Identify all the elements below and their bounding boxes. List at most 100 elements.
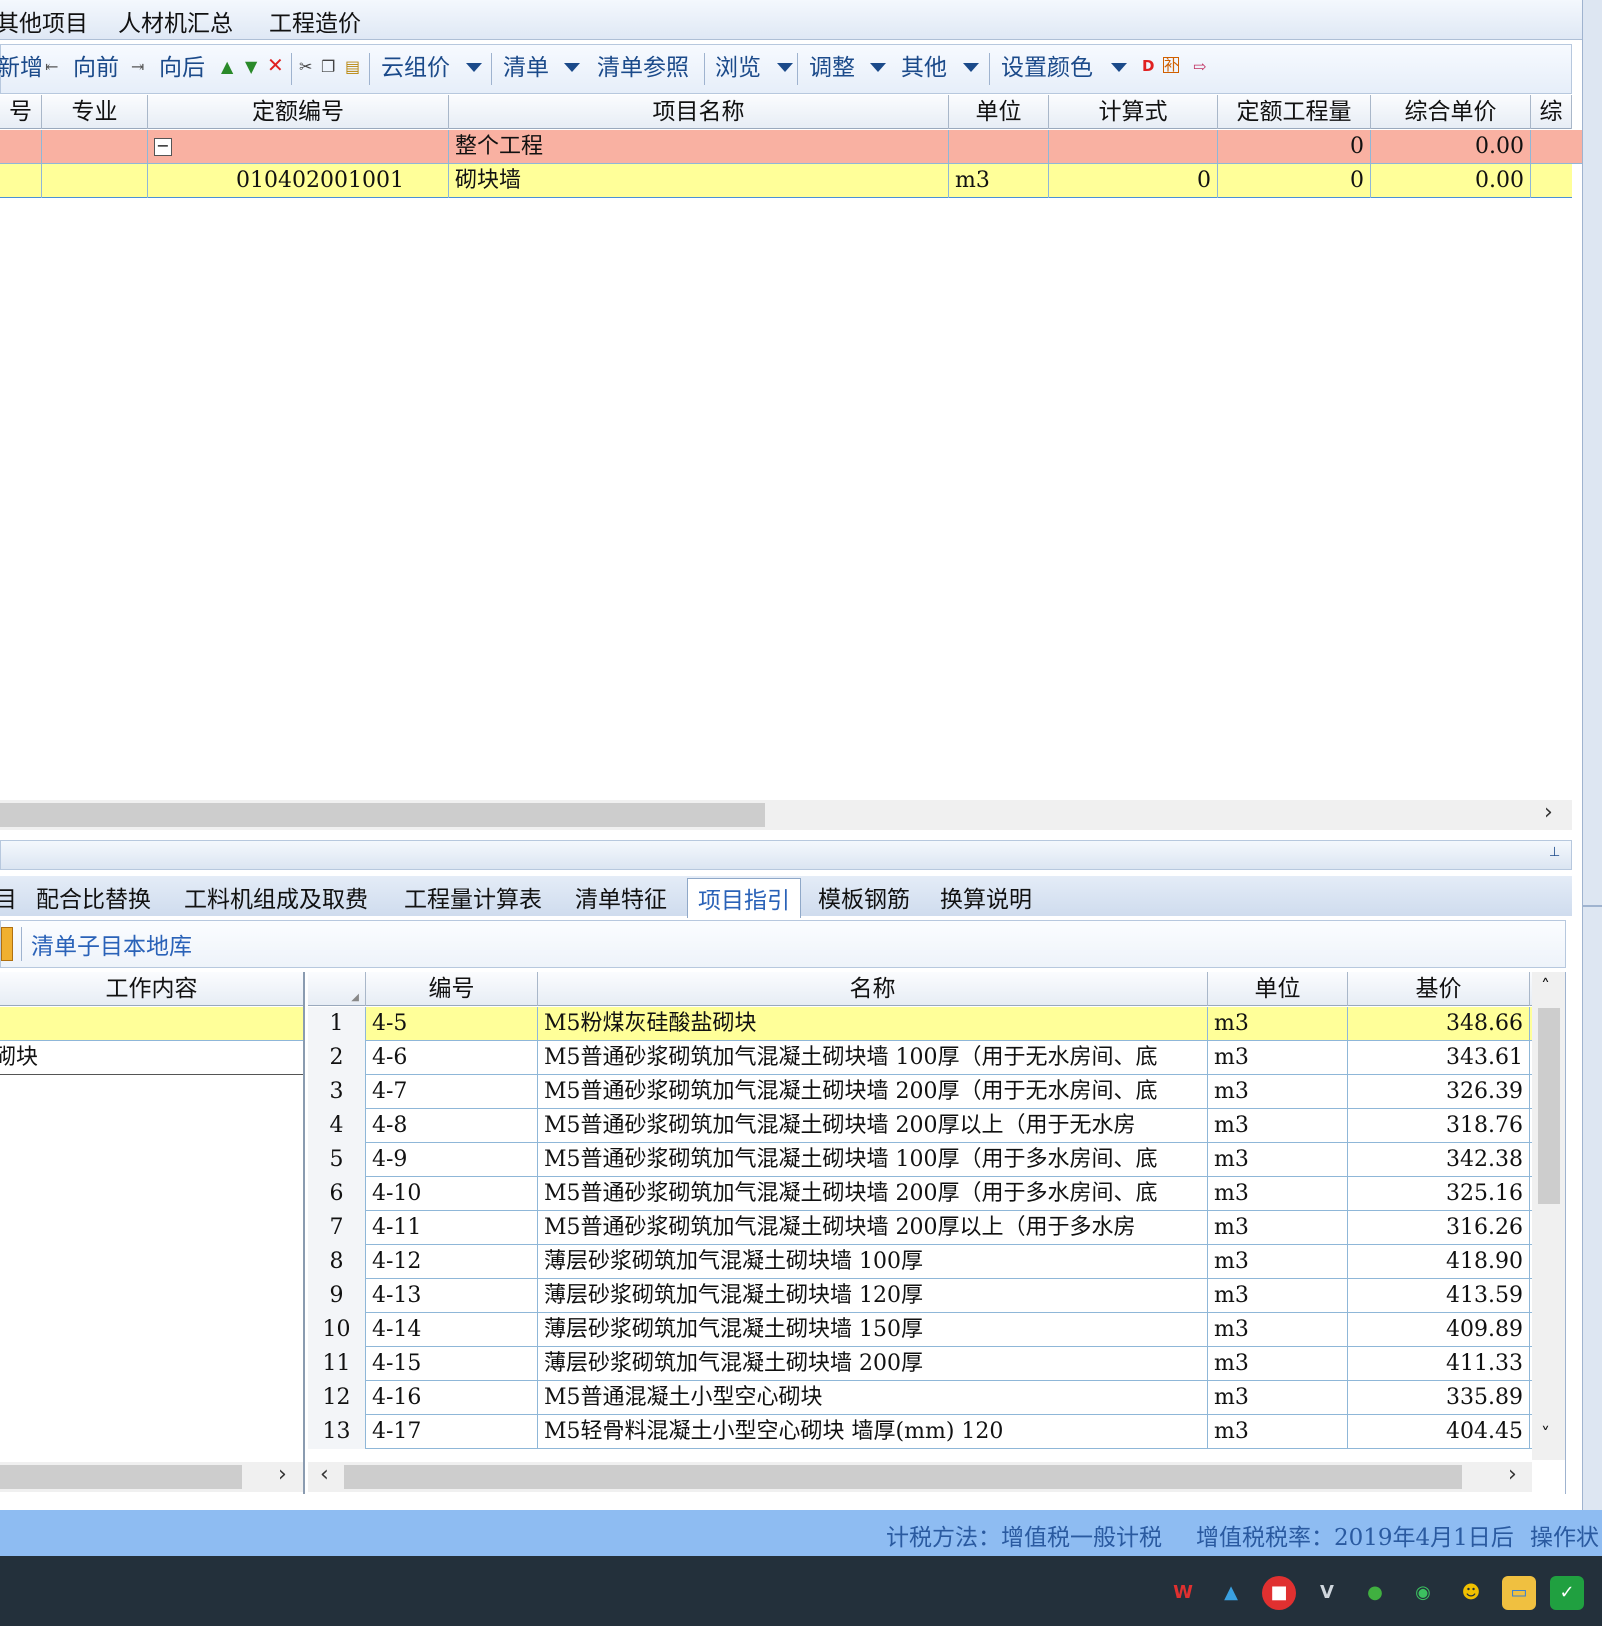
table-row[interactable]: 13 4-17 M5轻骨料混凝土小型空心砌块 墙厚(mm) 120 m3 404.45 — [308, 1415, 1532, 1449]
code-cell[interactable]: 4-8 — [366, 1109, 538, 1143]
column-header[interactable]: 综合单价 — [1371, 95, 1531, 129]
table-row[interactable]: 5 4-9 M5普通砂浆砌筑加气混凝土砌块墙 100厚（用于多水房间、底 m3 342.… — [308, 1143, 1532, 1177]
browse-button[interactable]: 浏览 — [715, 48, 761, 82]
name-cell[interactable]: M5普通混凝土小型空心砌块 — [538, 1381, 1208, 1415]
unit-cell[interactable]: m3 — [1208, 1279, 1348, 1313]
scrollbar-thumb[interactable] — [0, 803, 765, 827]
supplement-icon[interactable]: 补 — [1163, 57, 1179, 73]
price-cell[interactable]: 318.76 — [1348, 1109, 1530, 1143]
local-lib-icon[interactable] — [1, 927, 13, 961]
price-cell[interactable]: 404.45 — [1348, 1415, 1530, 1449]
scrollbar-thumb[interactable] — [344, 1465, 1462, 1489]
unit-cell[interactable]: m3 — [1208, 1211, 1348, 1245]
other-button[interactable]: 其他 — [901, 48, 947, 82]
cut-icon[interactable]: ✂ — [299, 57, 312, 76]
code-cell[interactable]: 4-11 — [366, 1211, 538, 1245]
table-row[interactable]: 3 4-7 M5普通砂浆砌筑加气混凝土砌块墙 200厚（用于无水房间、底 m3 326.… — [308, 1075, 1532, 1109]
chevron-down-icon[interactable] — [466, 63, 482, 72]
list-item[interactable] — [0, 1007, 303, 1041]
column-header[interactable]: 专业 — [42, 95, 148, 129]
column-header[interactable]: 基价 — [1348, 972, 1530, 1006]
tab-project-guide[interactable]: 项目指引 — [687, 878, 801, 918]
move-down-icon[interactable]: ▼ — [245, 57, 257, 76]
name-cell[interactable]: M5普通砂浆砌筑加气混凝土砌块墙 100厚（用于多水房间、底 — [538, 1143, 1208, 1177]
unit-cell[interactable]: m3 — [1208, 1075, 1348, 1109]
forward-button[interactable]: 向前 — [73, 48, 119, 82]
tab-project-cost[interactable]: 工程造价 — [269, 4, 361, 38]
name-cell[interactable]: M5普通砂浆砌筑加气混凝土砌块墙 200厚以上（用于多水房 — [538, 1211, 1208, 1245]
name-cell[interactable]: M5轻骨料混凝土小型空心砌块 墙厚(mm) 120 — [538, 1415, 1208, 1449]
column-header[interactable]: 编号 — [366, 972, 538, 1006]
project-name-cell[interactable]: 砌块墙 — [449, 164, 949, 198]
code-cell[interactable]: 4-7 — [366, 1075, 538, 1109]
tab-quantity-calc[interactable]: 工程量计算表 — [404, 880, 542, 914]
price-cell[interactable]: 342.38 — [1348, 1143, 1530, 1177]
price-cell[interactable]: 343.61 — [1348, 1041, 1530, 1075]
column-header[interactable]: 名称 — [538, 972, 1208, 1006]
browser-icon[interactable]: ● — [1358, 1576, 1392, 1610]
unit-cell[interactable]: m3 — [1208, 1007, 1348, 1041]
row-number-header[interactable]: ◢ — [308, 972, 366, 1006]
unit-price-cell[interactable]: 0.00 — [1371, 130, 1531, 164]
chevron-down-icon[interactable] — [777, 63, 793, 72]
table-row[interactable]: 6 4-10 M5普通砂浆砌筑加气混凝土砌块墙 200厚（用于多水房间、底 m3 325… — [308, 1177, 1532, 1211]
code-cell[interactable]: 4-15 — [366, 1347, 538, 1381]
tab-labor-material-fee[interactable]: 工料机组成及取费 — [184, 880, 368, 914]
unit-cell[interactable]: m3 — [1208, 1177, 1348, 1211]
chevron-right-icon[interactable]: › — [1544, 800, 1553, 825]
price-cell[interactable]: 316.26 — [1348, 1211, 1530, 1245]
unit-cell[interactable]: m3 — [1208, 1245, 1348, 1279]
column-header[interactable]: 综 — [1531, 95, 1572, 129]
name-cell[interactable]: 薄层砂浆砌筑加气混凝土砌块墙 120厚 — [538, 1279, 1208, 1313]
bill-reference-button[interactable]: 清单参照 — [597, 48, 689, 82]
scrollbar-thumb[interactable] — [1538, 1008, 1560, 1204]
formula-cell[interactable]: 0 — [1049, 164, 1218, 198]
wps-icon[interactable]: W — [1166, 1576, 1200, 1610]
table-row[interactable]: 7 4-11 M5普通砂浆砌筑加气混凝土砌块墙 200厚以上（用于多水房 m3 316.… — [308, 1211, 1532, 1245]
tab-formwork-rebar[interactable]: 模板钢筋 — [818, 880, 910, 914]
tab-labor-material-summary[interactable]: 人材机汇总 — [118, 4, 233, 38]
price-cell[interactable]: 348.66 — [1348, 1007, 1530, 1041]
table-row[interactable]: 010402001001 砌块墙 m3 0 0 0.00 — [0, 164, 1572, 198]
unit-price-cell[interactable]: 0.00 — [1371, 164, 1531, 198]
v-icon[interactable]: V — [1310, 1576, 1344, 1610]
column-header[interactable]: 工作内容 — [0, 972, 303, 1006]
tab-bill-features[interactable]: 清单特征 — [575, 880, 667, 914]
price-cell[interactable]: 413.59 — [1348, 1279, 1530, 1313]
check-icon[interactable]: ✓ — [1550, 1576, 1584, 1610]
scrollbar-thumb[interactable] — [0, 1465, 242, 1489]
new-button[interactable]: 新增 — [0, 48, 43, 82]
unit-cell[interactable]: m3 — [949, 164, 1049, 198]
code-cell[interactable]: 4-9 — [366, 1143, 538, 1177]
chevron-left-icon[interactable]: ‹ — [320, 1462, 329, 1487]
formula-cell[interactable] — [1049, 130, 1218, 164]
chevron-down-icon[interactable]: ˅ — [1541, 1424, 1550, 1445]
name-cell[interactable]: 薄层砂浆砌筑加气混凝土砌块墙 200厚 — [538, 1347, 1208, 1381]
unit-cell[interactable]: m3 — [1208, 1109, 1348, 1143]
export-icon[interactable]: ⇨ — [1193, 57, 1206, 76]
chevron-down-icon[interactable] — [963, 63, 979, 72]
code-cell[interactable]: 4-5 — [366, 1007, 538, 1041]
name-cell[interactable]: M5普通砂浆砌筑加气混凝土砌块墙 200厚以上（用于无水房 — [538, 1109, 1208, 1143]
name-cell[interactable]: M5普通砂浆砌筑加气混凝土砌块墙 100厚（用于无水房间、底 — [538, 1041, 1208, 1075]
table-row[interactable]: − 整个工程 0 0.00 — [0, 130, 1602, 164]
bill-button[interactable]: 清单 — [503, 48, 549, 82]
adjust-button[interactable]: 调整 — [809, 48, 855, 82]
panel-splitter[interactable]: ⊥ — [0, 840, 1572, 870]
name-cell[interactable]: M5粉煤灰硅酸盐砌块 — [538, 1007, 1208, 1041]
main-horizontal-scrollbar[interactable]: › — [0, 800, 1572, 830]
backward-button[interactable]: 向后 — [159, 48, 205, 82]
list-item[interactable]: 砌块 — [0, 1041, 303, 1075]
column-header[interactable]: 计算式 — [1049, 95, 1218, 129]
d-icon[interactable]: D — [1142, 57, 1154, 75]
code-cell[interactable]: 4-6 — [366, 1041, 538, 1075]
price-cell[interactable]: 418.90 — [1348, 1245, 1530, 1279]
unit-cell[interactable]: m3 — [1208, 1415, 1348, 1449]
name-cell[interactable]: 薄层砂浆砌筑加气混凝土砌块墙 100厚 — [538, 1245, 1208, 1279]
price-cell[interactable]: 409.89 — [1348, 1313, 1530, 1347]
column-header[interactable]: 项目名称 — [449, 95, 949, 129]
triangle-icon[interactable]: ▲ — [1214, 1576, 1248, 1610]
unit-cell[interactable]: m3 — [1208, 1313, 1348, 1347]
code-cell[interactable]: 4-10 — [366, 1177, 538, 1211]
quota-quantity-cell[interactable]: 0 — [1218, 164, 1371, 198]
